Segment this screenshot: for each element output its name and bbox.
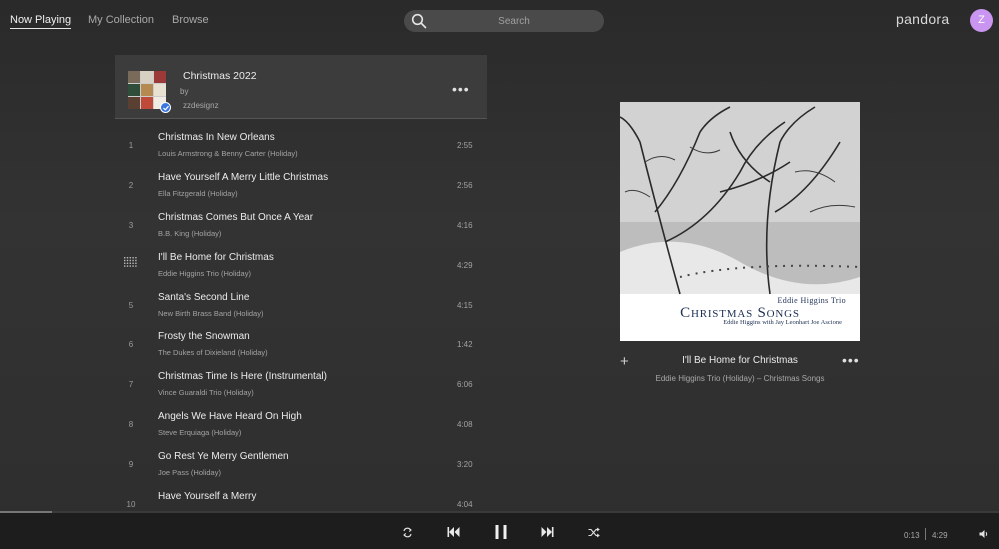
track-duration: 2:56 bbox=[457, 180, 473, 190]
track-number: 7 bbox=[128, 380, 134, 390]
track-artist[interactable]: Ella Fitzgerald (Holiday) bbox=[158, 189, 238, 198]
track-title: Go Rest Ye Merry Gentlemen bbox=[158, 451, 289, 463]
track-row[interactable]: 5 Santa's Second Line New Birth Brass Band… bbox=[115, 279, 487, 319]
track-row[interactable]: 3 Christmas Comes But Once A Year B.B. Kin… bbox=[115, 199, 487, 239]
playlist-owner[interactable]: zzdesignz bbox=[183, 101, 219, 110]
track-row[interactable]: 6 Frosty the Snowman The Dukes of Dixielan… bbox=[115, 318, 487, 358]
playlist-header: Christmas 2022 by zzdesignz ••• bbox=[115, 55, 487, 119]
track-artist[interactable]: B.B. King (Holiday) bbox=[158, 229, 221, 238]
track-duration: 3:20 bbox=[457, 460, 473, 470]
tab-browse[interactable]: Browse bbox=[172, 14, 209, 26]
track-row[interactable]: 7 Christmas Time Is Here (Instrumental) Vi… bbox=[115, 358, 487, 398]
track-number: 8 bbox=[128, 420, 134, 430]
track-duration: 4:29 bbox=[457, 260, 473, 270]
playlist-by-label: by bbox=[180, 87, 189, 96]
repeat-icon[interactable] bbox=[402, 527, 413, 538]
search-icon[interactable] bbox=[411, 13, 427, 29]
track-title: Christmas Comes But Once A Year bbox=[158, 211, 314, 223]
tab-now-playing[interactable]: Now Playing bbox=[10, 14, 72, 29]
next-track-icon[interactable] bbox=[541, 526, 554, 538]
track-duration: 2:55 bbox=[457, 141, 473, 150]
track-artist[interactable]: The Dukes of Dixieland (Holiday) bbox=[158, 348, 268, 357]
track-title: Santa's Second Line bbox=[158, 291, 250, 303]
playback-bar: 0:13 4:29 bbox=[0, 513, 999, 549]
total-time: 4:29 bbox=[932, 531, 948, 540]
avatar[interactable]: Z bbox=[970, 9, 993, 32]
track-duration: 4:16 bbox=[457, 220, 473, 230]
search-bar bbox=[404, 10, 604, 32]
track-title: Frosty the Snowman bbox=[158, 331, 250, 343]
album-artist-text: Eddie Higgins Trio bbox=[777, 296, 846, 305]
track-number: 5 bbox=[128, 300, 134, 310]
track-duration: 4:04 bbox=[457, 500, 473, 510]
track-title: I'll Be Home for Christmas bbox=[158, 251, 274, 263]
top-nav: Now Playing My Collection Browse pandora… bbox=[0, 0, 999, 42]
previous-track-icon[interactable] bbox=[447, 526, 460, 538]
track-duration: 1:42 bbox=[457, 340, 473, 350]
pause-icon[interactable] bbox=[493, 524, 509, 540]
track-number: 1 bbox=[128, 141, 134, 150]
track-row[interactable]: 10 Have Yourself a Merry 4:04 bbox=[115, 478, 487, 513]
track-artist[interactable]: Eddie Higgins Trio (Holiday) bbox=[158, 269, 251, 278]
track-title: Angels We Have Heard On High bbox=[158, 411, 302, 423]
album-subtitle-text: Eddie Higgins with Jay Leonhart Joe Asci… bbox=[723, 319, 842, 326]
volume-icon[interactable] bbox=[979, 529, 990, 539]
track-row[interactable]: I'll Be Home for Christmas Eddie Higgins … bbox=[115, 239, 487, 279]
now-playing-equalizer-icon bbox=[124, 256, 137, 267]
playlist-more-icon[interactable]: ••• bbox=[452, 81, 470, 97]
now-playing-more-icon[interactable]: ••• bbox=[842, 352, 860, 368]
playlist-panel: Christmas 2022 by zzdesignz ••• 1 Christm… bbox=[115, 55, 487, 513]
track-artist[interactable]: New Birth Brass Band (Holiday) bbox=[158, 309, 263, 318]
track-title: Have Yourself a Merry bbox=[158, 491, 257, 503]
track-list: 1 Christmas In New Orleans Louis Armstrong… bbox=[115, 119, 487, 513]
track-number: 9 bbox=[128, 460, 134, 470]
track-row[interactable]: 1 Christmas In New Orleans Louis Armstrong… bbox=[115, 119, 487, 159]
track-title: Christmas Time Is Here (Instrumental) bbox=[158, 371, 327, 383]
track-number: 3 bbox=[128, 220, 134, 230]
shuffle-icon[interactable] bbox=[588, 527, 600, 538]
playlist-title: Christmas 2022 bbox=[183, 70, 257, 82]
track-row[interactable]: 8 Angels We Have Heard On High Steve Erqui… bbox=[115, 398, 487, 438]
album-art: Eddie Higgins Trio Christmas Songs Eddie… bbox=[620, 102, 860, 341]
track-artist[interactable]: Steve Erquiaga (Holiday) bbox=[158, 428, 241, 437]
verified-badge-icon bbox=[160, 102, 171, 113]
track-row[interactable]: 2 Have Yourself A Merry Little Christmas E… bbox=[115, 159, 487, 199]
track-row[interactable]: 9 Go Rest Ye Merry Gentlemen Joe Pass (Hol… bbox=[115, 438, 487, 478]
pandora-logo: pandora bbox=[896, 11, 950, 27]
track-artist[interactable]: Louis Armstrong & Benny Carter (Holiday) bbox=[158, 149, 298, 158]
now-playing-title: I'll Be Home for Christmas bbox=[682, 355, 798, 366]
track-duration: 4:15 bbox=[457, 300, 473, 310]
search-input[interactable] bbox=[434, 10, 594, 32]
track-title: Christmas In New Orleans bbox=[158, 132, 275, 143]
track-number: 2 bbox=[128, 180, 134, 190]
track-duration: 4:08 bbox=[457, 420, 473, 430]
now-playing-subtitle[interactable]: Eddie Higgins Trio (Holiday) – Christmas… bbox=[620, 374, 860, 383]
tab-my-collection[interactable]: My Collection bbox=[88, 14, 154, 26]
track-number: 6 bbox=[128, 340, 134, 350]
elapsed-time: 0:13 bbox=[904, 531, 920, 540]
track-number: 10 bbox=[126, 500, 136, 510]
track-title: Have Yourself A Merry Little Christmas bbox=[158, 171, 329, 183]
track-artist[interactable]: Joe Pass (Holiday) bbox=[158, 468, 221, 477]
track-duration: 6:06 bbox=[457, 380, 473, 390]
track-artist[interactable]: Vince Guaraldi Trio (Holiday) bbox=[158, 388, 254, 397]
time-separator bbox=[925, 528, 926, 540]
